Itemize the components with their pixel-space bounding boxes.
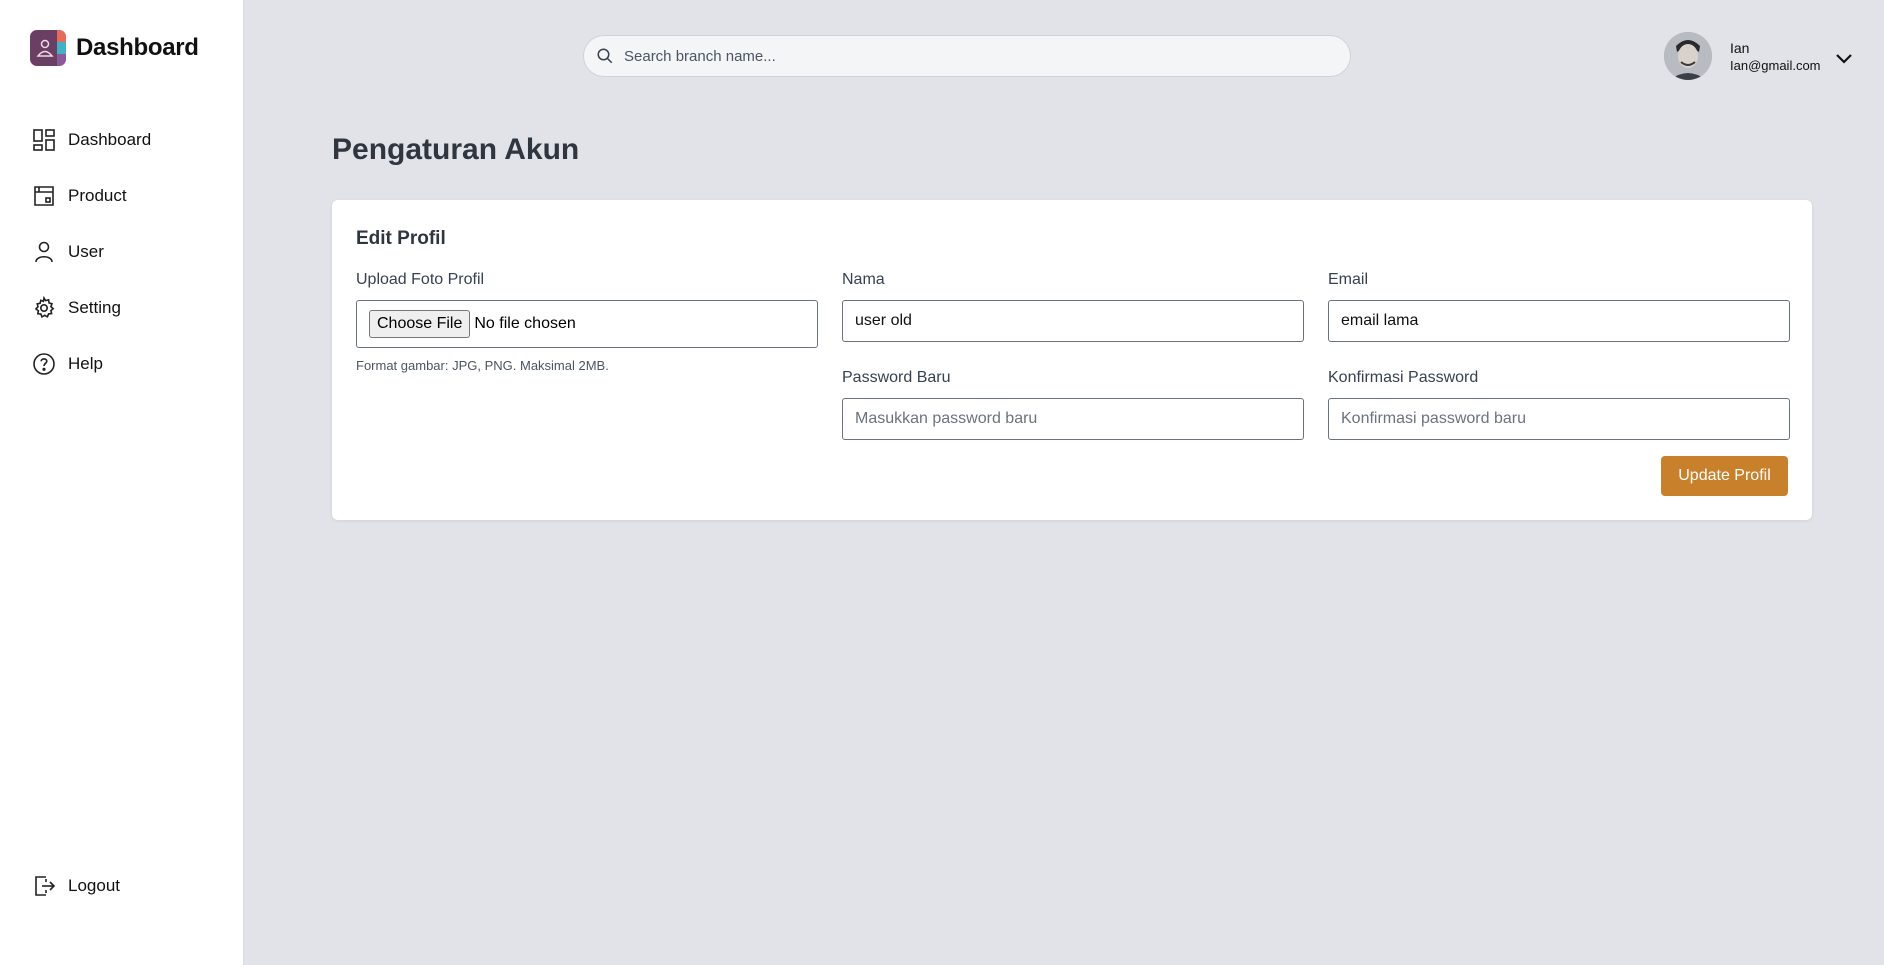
confirm-password-label: Konfirmasi Password bbox=[1328, 369, 1479, 386]
sidebar-item-dashboard[interactable]: Dashboard bbox=[32, 112, 151, 168]
nama-label: Nama bbox=[842, 271, 885, 288]
sidebar-item-label: Product bbox=[68, 186, 127, 205]
search-input[interactable] bbox=[624, 47, 1324, 65]
sidebar-nav: Dashboard Product User Setting Help bbox=[32, 112, 151, 392]
edit-profile-card: Edit Profil Upload Foto Profil Choose Fi… bbox=[332, 200, 1812, 520]
email-label: Email bbox=[1328, 271, 1369, 288]
user-name: Ian bbox=[1730, 39, 1750, 56]
file-upload-field[interactable]: Choose File No file chosen bbox=[356, 300, 818, 348]
brand-title: Dashboard bbox=[76, 34, 199, 61]
upload-label: Upload Foto Profil bbox=[356, 271, 485, 288]
email-input[interactable] bbox=[1328, 300, 1790, 342]
search-bar[interactable] bbox=[583, 35, 1351, 77]
sidebar: Dashboard Dashboard Product User Setting… bbox=[0, 0, 244, 965]
logout-button[interactable]: Logout bbox=[32, 858, 120, 914]
confirm-password-input[interactable] bbox=[1328, 398, 1790, 440]
search-icon bbox=[597, 48, 613, 64]
sidebar-item-label: User bbox=[68, 242, 104, 261]
upload-hint: Format gambar: JPG, PNG. Maksimal 2MB. bbox=[356, 358, 609, 373]
question-circle-icon bbox=[33, 353, 55, 375]
sidebar-item-user[interactable]: User bbox=[32, 224, 151, 280]
sidebar-item-help[interactable]: Help bbox=[32, 336, 151, 392]
gear-icon bbox=[34, 296, 55, 319]
user-email: Ian@gmail.com bbox=[1730, 57, 1821, 73]
card-title: Edit Profil bbox=[356, 228, 446, 249]
user-avatar bbox=[1664, 32, 1712, 80]
user-info: Ian Ian@gmail.com bbox=[1730, 39, 1821, 74]
password-label: Password Baru bbox=[842, 369, 951, 386]
person-icon bbox=[35, 241, 53, 263]
sidebar-item-label: Help bbox=[68, 354, 103, 373]
file-status: No file chosen bbox=[474, 315, 576, 332]
nama-input[interactable] bbox=[842, 300, 1304, 342]
chevron-down-icon[interactable] bbox=[1830, 44, 1858, 72]
logout-icon bbox=[35, 876, 56, 896]
sidebar-item-setting[interactable]: Setting bbox=[32, 280, 151, 336]
grid-icon bbox=[33, 129, 55, 151]
app-logo bbox=[30, 30, 66, 66]
sidebar-item-label: Setting bbox=[68, 298, 121, 317]
choose-file-button[interactable]: Choose File bbox=[369, 310, 471, 338]
update-profile-button[interactable]: Update Profil bbox=[1661, 456, 1788, 496]
sidebar-item-product[interactable]: Product bbox=[32, 168, 151, 224]
brand[interactable]: Dashboard bbox=[30, 30, 199, 66]
sidebar-item-label: Dashboard bbox=[68, 130, 152, 149]
archive-box-icon bbox=[34, 186, 54, 206]
user-menu[interactable]: Ian Ian@gmail.com bbox=[1664, 32, 1821, 80]
password-input[interactable] bbox=[842, 398, 1304, 440]
page-title: Pengaturan Akun bbox=[332, 133, 580, 166]
logout-label: Logout bbox=[68, 876, 120, 895]
